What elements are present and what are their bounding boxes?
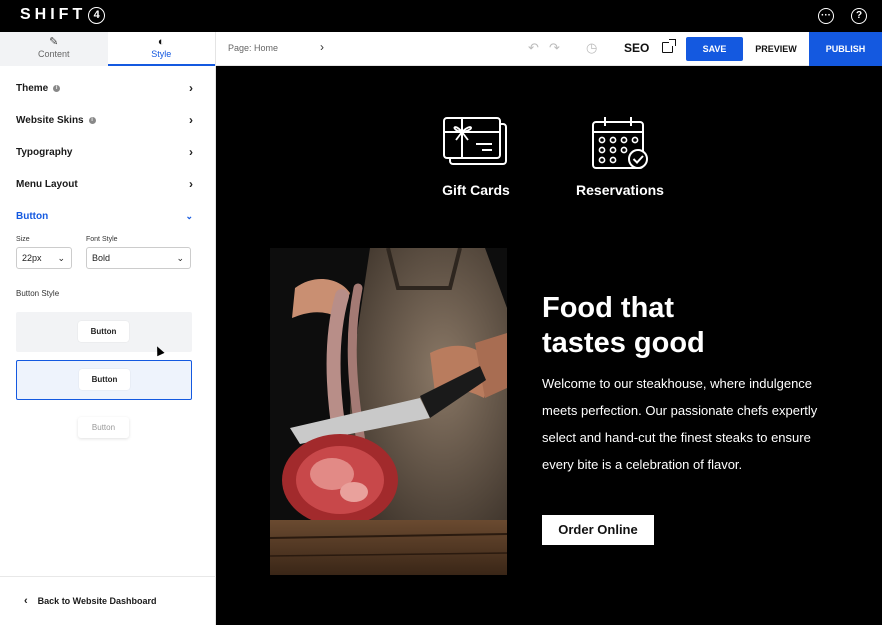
- menu-item-label: Menu Layout: [16, 178, 78, 190]
- menu-item-label: Website Skins: [16, 114, 84, 126]
- help-icon[interactable]: ?: [851, 8, 867, 24]
- open-external-icon[interactable]: [662, 39, 676, 53]
- redo-icon[interactable]: ↷: [549, 40, 560, 56]
- order-online-button[interactable]: Order Online: [542, 515, 654, 545]
- hero-title: Food that tastes good: [542, 291, 842, 361]
- feature-label: Reservations: [576, 182, 664, 198]
- chevron-down-icon: ⌄: [176, 253, 184, 263]
- menu-item-website-skins[interactable]: Website Skins i ›: [0, 104, 215, 136]
- hero-title-line: Food that: [542, 292, 675, 324]
- editor-toolbar: Page: Home › ↶ ↷ ◷ SEO SAVE PREVIEW PUBL…: [216, 32, 882, 66]
- chevron-down-icon: ⌄: [57, 253, 65, 263]
- info-icon[interactable]: i: [53, 84, 61, 92]
- tab-style[interactable]: ◐ Style: [107, 32, 215, 66]
- top-bar: SHIFT 4 ··· ?: [0, 0, 882, 32]
- menu-item-label: Typography: [16, 146, 73, 158]
- menu-item-menu-layout[interactable]: Menu Layout ›: [0, 168, 215, 200]
- button-preview: Button: [78, 417, 129, 438]
- publish-button[interactable]: PUBLISH: [809, 32, 882, 66]
- tab-content[interactable]: ✎ Content: [0, 32, 108, 66]
- hero-title-line: tastes good: [542, 327, 705, 359]
- preview-button[interactable]: PREVIEW: [750, 37, 802, 61]
- calendar-check-icon: [592, 117, 648, 169]
- menu-item-button[interactable]: Button ⌄: [0, 200, 215, 232]
- font-style-label: Font Style: [86, 236, 118, 243]
- site-preview-canvas: Gift Cards Reservations Food that tastes…: [216, 66, 882, 625]
- butcher-steak-photo: [270, 248, 507, 575]
- chevron-left-icon: ‹: [24, 594, 28, 607]
- chat-icon[interactable]: ···: [818, 8, 834, 24]
- shift4-logo[interactable]: SHIFT 4: [20, 6, 106, 24]
- seo-button[interactable]: SEO: [624, 41, 649, 55]
- chevron-right-icon: ›: [189, 177, 193, 191]
- font-style-select[interactable]: Bold ⌄: [86, 247, 191, 269]
- button-preview: Button: [79, 369, 130, 390]
- menu-item-label: Theme: [16, 82, 49, 94]
- size-select[interactable]: 22px ⌄: [16, 247, 72, 269]
- feature-reservations[interactable]: Reservations: [570, 116, 670, 198]
- button-preview: Button: [78, 321, 129, 342]
- history-icon[interactable]: ◷: [586, 40, 597, 56]
- back-link-label: Back to Website Dashboard: [37, 595, 157, 606]
- logo-text: SHIFT: [20, 6, 87, 23]
- button-style-option-3[interactable]: Button: [16, 408, 192, 448]
- chevron-right-icon: ›: [189, 113, 193, 127]
- back-to-dashboard-link[interactable]: ‹ Back to Website Dashboard: [0, 576, 216, 624]
- hero-description: Welcome to our steakhouse, where indulge…: [542, 376, 818, 472]
- panel-tabs: ✎ Content ◐ Style: [0, 32, 215, 66]
- menu-item-typography[interactable]: Typography ›: [0, 136, 215, 168]
- logo-badge: 4: [88, 6, 106, 24]
- chevron-right-icon[interactable]: ›: [320, 40, 324, 54]
- button-style-option-2[interactable]: Button: [16, 360, 192, 400]
- save-button[interactable]: SAVE: [686, 37, 743, 61]
- gift-card-icon: [443, 117, 507, 165]
- button-style-option-1[interactable]: Button: [16, 312, 192, 352]
- chevron-right-icon: ›: [189, 145, 193, 159]
- button-style-label: Button Style: [16, 289, 60, 298]
- font-style-value: Bold: [92, 253, 111, 263]
- feature-gift-cards[interactable]: Gift Cards: [438, 116, 514, 198]
- info-icon[interactable]: i: [88, 116, 96, 124]
- photo-illustration: [270, 248, 507, 575]
- undo-icon[interactable]: ↶: [528, 40, 539, 56]
- chevron-right-icon: ›: [189, 81, 193, 95]
- menu-item-theme[interactable]: Theme i ›: [0, 72, 215, 104]
- size-value: 22px: [22, 253, 42, 263]
- feature-label: Gift Cards: [442, 182, 510, 198]
- page-selector[interactable]: Page: Home: [228, 43, 278, 53]
- menu-item-label: Button: [16, 210, 49, 222]
- style-panel: ✎ Content ◐ Style Theme i › Website Skin…: [0, 32, 216, 625]
- pencil-icon: ✎: [49, 36, 59, 48]
- tab-label: Content: [37, 49, 70, 59]
- chevron-down-icon: ⌄: [185, 210, 193, 221]
- size-label: Size: [16, 236, 30, 243]
- tab-label: Style: [151, 49, 172, 59]
- contrast-icon: ◐: [157, 36, 165, 48]
